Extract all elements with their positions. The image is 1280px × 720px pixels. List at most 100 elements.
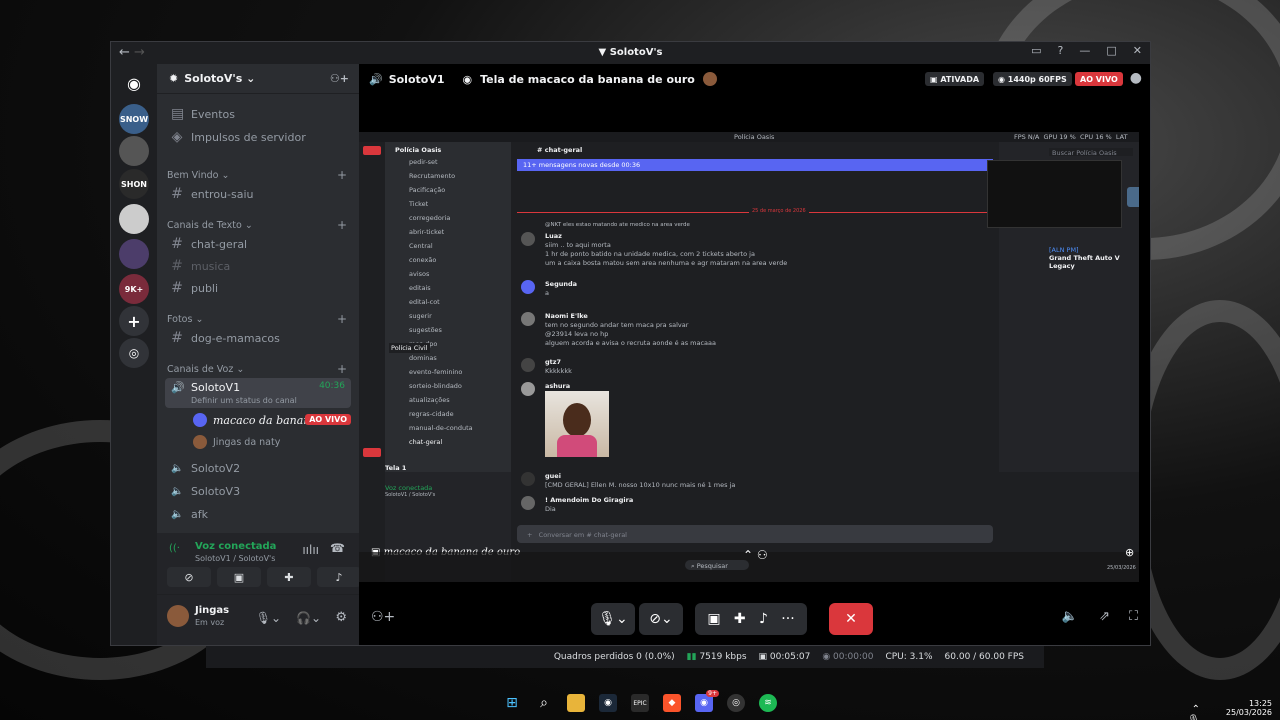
category-text[interactable]: Canais de Texto ⌄ xyxy=(167,220,253,231)
server-icon[interactable] xyxy=(119,204,149,234)
category-welcome[interactable]: Bem Vindo ⌄ xyxy=(167,170,229,181)
live-badge: AO VIVO xyxy=(1075,72,1123,86)
volume-icon[interactable]: 🔈 xyxy=(1062,609,1078,624)
add-channel-icon[interactable]: + xyxy=(337,312,347,326)
server-icon: ✹ xyxy=(169,72,179,85)
headphones-icon[interactable]: 🎧⌄ xyxy=(296,611,321,625)
avatar xyxy=(521,312,535,326)
settings-gear-icon[interactable]: ⚙ xyxy=(335,610,347,625)
calendar-icon: ▤ xyxy=(171,106,185,122)
message-line: a xyxy=(545,289,549,297)
voice-channel-solotov2[interactable]: 🔈 SolotoV2 xyxy=(165,458,351,478)
tray-icons[interactable]: ⌃ 🎙 ▭ 🔈 xyxy=(1187,704,1200,720)
disconnect-icon[interactable]: ☎ xyxy=(330,541,345,555)
add-channel-icon[interactable]: + xyxy=(337,218,347,232)
add-server-icon[interactable]: + xyxy=(119,306,149,336)
close-icon[interactable]: ✕ xyxy=(1133,44,1142,57)
soundboard-wave-icon[interactable]: ıılıı xyxy=(302,543,319,557)
category-photos[interactable]: Fotos ⌄ xyxy=(167,314,203,325)
inner-channel: editais xyxy=(409,284,431,292)
start-icon[interactable]: ⊞ xyxy=(503,694,521,712)
camera-button[interactable]: ⊘⌄ xyxy=(639,603,683,635)
channel-publi[interactable]: # publi xyxy=(165,278,351,298)
message-author: guei xyxy=(545,472,561,480)
voice-user-stream[interactable]: macaco da banana d... AO VIVO xyxy=(187,410,351,430)
discover-icon[interactable]: ◎ xyxy=(119,338,149,368)
activities-button[interactable]: ✚ xyxy=(267,567,311,587)
channel-sidebar: ✹ SolotoV's ⌄ ⚇+ ▤ Eventos ◈ Impulsos de s… xyxy=(157,64,361,645)
soundboard-button[interactable]: ♪ xyxy=(317,567,361,587)
inbox-icon[interactable]: ▭ xyxy=(1031,44,1041,57)
inner-channel: Ticket xyxy=(409,200,429,208)
activated-badge: ▣ ATIVADA xyxy=(925,72,985,86)
voice-channel-solotov1[interactable]: 🔊 SolotoV1 Definir um status do canal 40… xyxy=(165,378,351,408)
server-icon[interactable]: SHON xyxy=(119,169,149,199)
voice-channel-afk[interactable]: 🔈 afk xyxy=(165,504,351,524)
channel-chat-geral[interactable]: # chat-geral xyxy=(165,234,351,254)
minimize-icon[interactable]: — xyxy=(1079,44,1090,57)
help-icon[interactable]: ? xyxy=(1058,44,1064,57)
channel-dog-e-mamacos[interactable]: # dog-e-mamacos xyxy=(165,328,351,348)
stream-video[interactable]: Polícia Oasis FPS N/A GPU 19 % CPU 16 % … xyxy=(359,132,1139,582)
add-person-icon[interactable]: ⚇+ xyxy=(330,72,349,85)
boosts-link[interactable]: ◈ Impulsos de servidor xyxy=(165,127,351,147)
avatar xyxy=(193,413,207,427)
taskbar: ⊞ ⌕ ◉ EPIC ◆ ◉ 9+ ◎ ≋ xyxy=(0,686,1280,720)
inner-channel: evento-feminino xyxy=(409,368,463,376)
share-activities-group[interactable]: ▣ ✚ ♪ ··· xyxy=(695,603,807,635)
mic-button[interactable]: 🎙⌄ xyxy=(591,603,635,635)
epic-games-icon[interactable]: EPIC xyxy=(631,694,649,712)
obs-icon[interactable]: ◎ xyxy=(727,694,745,712)
server-header[interactable]: ✹ SolotoV's ⌄ ⚇+ xyxy=(157,64,359,94)
inner-channel: Pacificação xyxy=(409,186,446,194)
discord-icon: ◉ xyxy=(462,72,473,86)
server-icon[interactable] xyxy=(119,239,149,269)
speaker-icon: 🔈 xyxy=(171,485,184,497)
discord-icon[interactable]: ◉ 9+ xyxy=(695,690,719,712)
channel-musica[interactable]: # musica xyxy=(165,256,351,276)
add-channel-icon[interactable]: + xyxy=(337,168,347,182)
message-line: siim .. to aqui morta xyxy=(545,241,611,249)
message-author: Luaz xyxy=(545,232,562,240)
speaker-icon: 🔊 xyxy=(369,72,383,86)
voice-channel-solotov3[interactable]: 🔈 SolotoV3 xyxy=(165,481,351,501)
share-screen-button[interactable]: ▣ xyxy=(217,567,261,587)
add-user-icon[interactable]: ⚇+ xyxy=(371,609,395,625)
server-icon[interactable]: SNOW xyxy=(119,104,149,134)
leave-call-button[interactable]: ✕ xyxy=(829,603,873,635)
system-tray: ⌃ 🎙 ▭ 🔈 13:25 25/03/2026 xyxy=(1187,699,1272,720)
message-author: ! Amendoim Do Giragira xyxy=(545,496,634,504)
brave-icon[interactable]: ◆ xyxy=(663,694,681,712)
inner-channel: Central xyxy=(409,242,433,250)
popout-icon[interactable]: ⇗ xyxy=(1099,609,1110,624)
popout-users-icon[interactable]: ⌃ ⚇ xyxy=(743,548,768,562)
live-badge: AO VIVO xyxy=(305,414,351,425)
inner-channel: avisos xyxy=(409,270,430,278)
zoom-icon[interactable]: ⊕ xyxy=(1125,546,1134,559)
voice-user-2[interactable]: Jingas da naty xyxy=(187,432,351,452)
message-author: gtz7 xyxy=(545,358,562,366)
inner-channel: Recrutamento xyxy=(409,172,456,180)
inner-channel: pedir-set xyxy=(409,158,438,166)
spotify-icon[interactable]: ≋ xyxy=(759,694,777,712)
server-icon[interactable]: 9K+ xyxy=(119,274,149,304)
events-link[interactable]: ▤ Eventos xyxy=(165,104,351,124)
category-voice[interactable]: Canais de Voz ⌄ xyxy=(167,364,244,375)
channel-entrou-saiu[interactable]: # entrou-saiu xyxy=(165,184,351,204)
inner-channel: dominas xyxy=(409,354,437,362)
camera-off-button[interactable]: ⊘ xyxy=(167,567,211,587)
avatar[interactable] xyxy=(167,605,189,627)
add-channel-icon[interactable]: + xyxy=(337,362,347,376)
call-controls: ⚇+ 🎙⌄ ⊘⌄ ▣ ✚ ♪ ··· ✕ 🔈 ⇗ ⛶ xyxy=(359,603,1150,637)
discord-window: ← → ▼ SolotoV's ▭ ? — □ ✕ ◉ SNOW SHON 9K+ … xyxy=(110,41,1151,646)
microphone-icon[interactable]: 🎙⌄ xyxy=(256,611,281,625)
maximize-icon[interactable]: □ xyxy=(1106,44,1116,57)
chat-bubble-icon[interactable]: ● xyxy=(1130,70,1142,86)
server-icon[interactable] xyxy=(119,136,149,166)
search-icon[interactable]: ⌕ xyxy=(535,694,553,712)
file-explorer-icon[interactable] xyxy=(567,694,585,712)
status-bar: Quadros perdidos 0 (0.0%) ▮▮ 7519 kbps ▣… xyxy=(206,646,1044,668)
steam-icon[interactable]: ◉ xyxy=(599,694,617,712)
discord-home-icon[interactable]: ◉ xyxy=(119,68,149,98)
fullscreen-icon[interactable]: ⛶ xyxy=(1129,609,1138,624)
